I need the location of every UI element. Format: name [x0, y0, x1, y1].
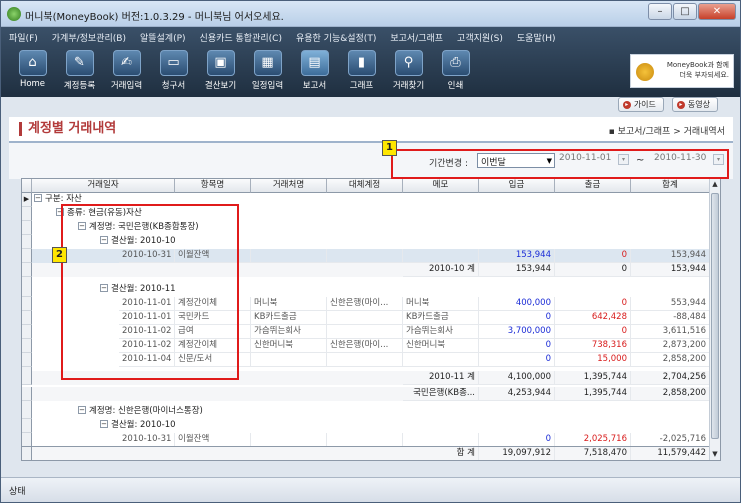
- video-button[interactable]: ▸ 동영상: [671, 97, 718, 112]
- guide-button[interactable]: ▸ 가이드: [617, 97, 664, 112]
- grid-corner: [22, 179, 32, 193]
- home-icon: ⌂: [18, 50, 47, 76]
- menu-support[interactable]: 고객지원(S): [449, 27, 509, 46]
- toolbar-transaction-input-button[interactable]: ✍ 거래입력: [103, 48, 150, 96]
- toolbar-settlement-button[interactable]: ▣ 결산보기: [197, 48, 244, 96]
- grand-total-row: 합 계 19,097,912 7,518,470 11,579,442: [22, 446, 710, 460]
- col-header-memo[interactable]: 메모: [403, 179, 479, 193]
- toolbar-search-button[interactable]: ⚲ 거래찾기: [385, 48, 432, 96]
- maximize-button[interactable]: □: [673, 3, 697, 20]
- annotation-box-1: [391, 149, 729, 179]
- annotation-box-2: [61, 204, 239, 380]
- menu-tools[interactable]: 유용한 기능&설정(T): [288, 27, 382, 46]
- row-indicator: ▶: [22, 193, 32, 207]
- minimize-button[interactable]: –: [648, 3, 672, 20]
- table-row[interactable]: 2010-10-31 이월잔액 0 2,025,716 -2,025,716: [22, 433, 710, 447]
- window-title: 머니북(MoneyBook) 버전:1.0.3.29 - 머니북님 어서오세요.: [25, 12, 284, 23]
- calendar-icon: ▦: [253, 50, 282, 76]
- col-header-withdrawal[interactable]: 출금: [555, 179, 631, 193]
- help-links: ▸ 가이드 ▸ 동영상: [617, 97, 718, 112]
- status-bar: 상태: [1, 477, 740, 502]
- play-icon: ▸: [676, 100, 685, 109]
- report-icon: ▤: [300, 50, 329, 76]
- toolbar-print-button[interactable]: ⎙ 인쇄: [432, 48, 479, 96]
- toolbar-home-button[interactable]: ⌂ Home: [9, 48, 56, 96]
- breadcrumb: ▪ 보고서/그래프 > 거래내역서: [608, 127, 725, 137]
- menu-bar: 파일(F) 가계부/정보관리(B) 알뜰설계(P) 신용카드 통합관리(C) 유…: [1, 27, 562, 46]
- menu-planning[interactable]: 알뜰설계(P): [132, 27, 192, 46]
- transaction-input-icon: ✍: [112, 50, 141, 76]
- settlement-icon: ▣: [206, 50, 235, 76]
- collapse-toggle-icon[interactable]: −: [78, 406, 86, 414]
- page-header: 계정별 거래내역 ▪ 보고서/그래프 > 거래내역서: [9, 117, 733, 143]
- col-header-date[interactable]: 거래일자: [32, 179, 175, 193]
- close-button[interactable]: ✕: [698, 3, 736, 20]
- account-register-icon: ✎: [65, 50, 94, 76]
- scroll-thumb[interactable]: [711, 193, 719, 439]
- window-controls: – □ ✕: [648, 3, 736, 20]
- moneybook-logo-icon: [636, 63, 654, 81]
- app-logo-icon: [7, 7, 21, 21]
- toolbar-bill-button[interactable]: ▭ 청구서: [150, 48, 197, 96]
- promo-banner[interactable]: MoneyBook과 함께 더욱 부자되세요.: [630, 54, 734, 88]
- search-icon: ⚲: [394, 50, 423, 76]
- col-header-alt-account[interactable]: 대체계정: [327, 179, 403, 193]
- toolbar-calendar-button[interactable]: ▦ 일정입력: [244, 48, 291, 96]
- menu-help[interactable]: 도움말(H): [509, 27, 562, 46]
- grid-vertical-scrollbar[interactable]: ▲ ▼: [709, 179, 720, 460]
- col-header-client[interactable]: 거래처명: [251, 179, 327, 193]
- banner-line-1: MoneyBook과 함께: [666, 61, 729, 69]
- collapse-toggle-icon[interactable]: −: [100, 420, 108, 428]
- collapse-toggle-icon[interactable]: −: [34, 194, 42, 202]
- scroll-up-icon[interactable]: ▲: [710, 180, 720, 191]
- menu-file[interactable]: 파일(F): [1, 27, 44, 46]
- bill-icon: ▭: [159, 50, 188, 76]
- col-header-item[interactable]: 항목명: [175, 179, 251, 193]
- toolbar-account-register-button[interactable]: ✎ 계정등록: [56, 48, 103, 96]
- col-header-deposit[interactable]: 입금: [479, 179, 555, 193]
- banner-line-2: 더욱 부자되세요.: [679, 71, 729, 79]
- tree-row-account[interactable]: − 계정명: 신한은행(마이너스통장): [22, 405, 710, 419]
- menu-credit-card[interactable]: 신용카드 통합관리(C): [192, 27, 288, 46]
- tree-row-month[interactable]: − 결산월: 2010-10: [22, 419, 710, 433]
- page-title: 계정별 거래내역: [19, 122, 116, 136]
- menu-reports[interactable]: 보고서/그래프: [382, 27, 449, 46]
- account-total-row: 국민은행(KB종... 4,253,944 1,395,744 2,858,20…: [22, 387, 710, 401]
- app-window: 머니북(MoneyBook) 버전:1.0.3.29 - 머니북님 어서오세요.…: [0, 0, 741, 503]
- app-header: 파일(F) 가계부/정보관리(B) 알뜰설계(P) 신용카드 통합관리(C) 유…: [1, 27, 740, 97]
- play-icon: ▸: [622, 100, 631, 109]
- annotation-label-2: 2: [52, 247, 67, 263]
- graph-icon: ▮: [347, 50, 376, 76]
- toolbar-graph-button[interactable]: ▮ 그래프: [338, 48, 385, 96]
- annotation-label-1: 1: [382, 140, 397, 156]
- title-bar: 머니북(MoneyBook) 버전:1.0.3.29 - 머니북님 어서오세요.…: [1, 1, 740, 27]
- menu-ledger[interactable]: 가계부/정보관리(B): [44, 27, 132, 46]
- print-icon: ⎙: [441, 50, 470, 76]
- status-text: 상태: [9, 487, 26, 497]
- toolbar-report-button[interactable]: ▤ 보고서: [291, 48, 338, 96]
- toolbar: ⌂ Home ✎ 계정등록 ✍ 거래입력 ▭ 청구서 ▣ 결산보기 ▦ 일정입력 ▤ 보고서 …: [9, 48, 479, 96]
- col-header-total[interactable]: 합계: [631, 179, 710, 193]
- scroll-down-icon[interactable]: ▼: [710, 450, 720, 460]
